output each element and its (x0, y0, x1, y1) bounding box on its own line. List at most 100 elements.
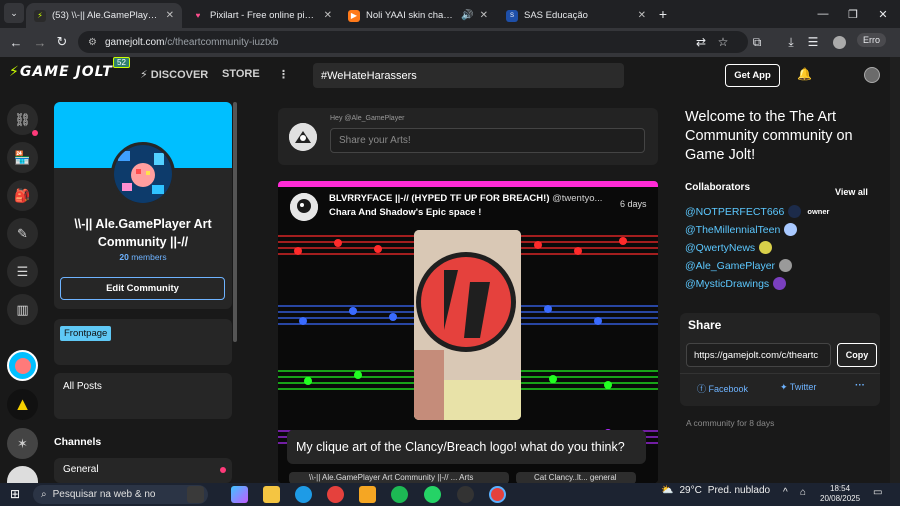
taskbar-search[interactable]: ⌕ Pesquisar na web & no (33, 485, 208, 504)
tab-search-icon[interactable]: ⌄ (4, 3, 24, 23)
post-author-avatar[interactable] (290, 193, 318, 221)
notifications-bell-icon[interactable]: 🔔 (797, 67, 812, 81)
collaborator-link[interactable]: @MysticDrawings (685, 277, 787, 290)
app-icon[interactable] (457, 486, 474, 503)
nav-store[interactable]: STORE (222, 68, 260, 80)
tab-pixilart[interactable]: ♥ Pixilart - Free online pixel art dr ✕ (184, 3, 340, 28)
tab-sas[interactable]: S SAS Educação ✕ (498, 3, 654, 28)
collaborator-avatar (788, 205, 802, 218)
community-avatar-art[interactable] (7, 350, 38, 381)
new-tab-button[interactable]: + (648, 0, 678, 28)
url-path: /c/theartcommunity-iuztxb (164, 36, 279, 48)
more-menu-icon[interactable]: ⋮ (278, 68, 289, 81)
weather-widget[interactable]: ⛅ 29°C Pred. nublado (661, 485, 770, 496)
unread-dot (32, 130, 38, 136)
tray-chevron-icon[interactable]: ^ (783, 487, 788, 498)
edge-icon[interactable] (295, 486, 312, 503)
shop-icon[interactable]: 🏪 (7, 142, 38, 173)
view-all-link[interactable]: View all (835, 187, 868, 197)
share-url-field[interactable]: https://gamejolt.com/c/theartc (686, 343, 831, 367)
library-icon[interactable]: ▥ (7, 294, 38, 325)
backpack-icon[interactable]: 🎒 (7, 180, 38, 211)
collaborator-link[interactable]: @QwertyNews (685, 241, 773, 254)
translate-icon[interactable]: ⇄ (690, 31, 712, 53)
channel-frontpage[interactable]: Frontpage (60, 326, 112, 341)
post-caption: My clique art of the Clancy/Breach logo!… (287, 430, 646, 464)
whatsapp-icon[interactable] (424, 486, 441, 503)
copy-button[interactable]: Copy (837, 343, 877, 367)
chrome-active-icon[interactable] (489, 486, 506, 503)
twitter-share-button[interactable]: ✦ Twitter (780, 382, 816, 393)
facebook-share-button[interactable]: ⓕ Facebook (697, 382, 748, 395)
collaborator-link[interactable]: @Ale_GamePlayer (685, 259, 793, 272)
edit-community-button[interactable]: Edit Community (60, 277, 225, 300)
collaborator-avatar (759, 241, 773, 254)
profile-error-badge[interactable]: Erro (857, 33, 887, 47)
author-avatar-icon (290, 193, 318, 221)
notification-center-icon[interactable]: ▭ (873, 487, 882, 498)
post-title[interactable]: BLVRRYFACE ||-// (HYPED TF UP FOR BREACH… (329, 193, 607, 204)
windows-start-icon[interactable]: ⊞ (10, 487, 20, 501)
notification-count-badge: 52 (113, 57, 130, 68)
post-image[interactable] (414, 230, 521, 420)
welcome-heading: Welcome to the The Art Community communi… (685, 109, 853, 163)
heart-favicon-icon: ♥ (195, 11, 201, 20)
close-tab-icon[interactable]: ✕ (324, 10, 332, 21)
search-input[interactable]: #WeHateHarassers (313, 63, 624, 88)
close-tab-icon[interactable]: ✕ (480, 10, 488, 21)
profile-avatar-icon[interactable] (828, 31, 850, 53)
address-bar[interactable]: ⚙ gamejolt.com/c/theartcommunity-iuztxb (78, 31, 748, 53)
twitter-icon: ✦ (780, 382, 788, 392)
post-username[interactable]: @twentyo... (552, 193, 602, 204)
collaborator-link[interactable]: @TheMillennialTeen (685, 223, 798, 236)
community-avatar-art-icon (114, 145, 172, 203)
camera-app-icon[interactable] (187, 486, 204, 503)
channel-general[interactable]: General (63, 464, 99, 475)
close-tab-icon[interactable]: ✕ (638, 10, 646, 21)
community-avatar (111, 142, 175, 206)
tab-community[interactable]: ⚡ (53) \\-|| Ale.GamePlayer Art Co ✕ (26, 3, 182, 28)
taskbar-clock[interactable]: 18:54 20/08/2025 (820, 484, 860, 504)
bookmark-star-icon[interactable]: ☆ (712, 31, 734, 53)
post-time: 6 days (620, 199, 647, 209)
user-avatar[interactable] (864, 67, 880, 83)
community-avatar-triangle[interactable]: ▲ (7, 389, 38, 420)
copilot-icon[interactable] (231, 486, 248, 503)
more-share-icon[interactable]: ··· (855, 380, 865, 391)
restore-button[interactable]: ❐ (838, 0, 868, 28)
gamejolt-logo[interactable]: ⚡GAME JOLT (9, 64, 113, 80)
minimize-button[interactable]: — (808, 0, 838, 28)
owner-badge: owner (807, 207, 830, 216)
tab-groups-icon[interactable]: ☰ (802, 31, 824, 53)
nav-discover[interactable]: ⚡ DISCOVER (140, 68, 208, 81)
file-explorer-icon[interactable] (263, 486, 280, 503)
video-favicon-icon: ▶ (348, 9, 360, 22)
reload-icon[interactable]: ↻ (50, 30, 74, 54)
close-tab-icon[interactable]: ✕ (166, 10, 174, 21)
audio-playing-icon[interactable]: 🔊 (461, 10, 473, 21)
back-icon[interactable]: ← (4, 30, 28, 54)
spotify-icon[interactable] (391, 486, 408, 503)
get-app-button[interactable]: Get App (725, 64, 780, 87)
chrome-icon[interactable] (327, 486, 344, 503)
left-scrollbar[interactable] (233, 102, 237, 342)
site-info-icon[interactable]: ⚙ (88, 37, 97, 48)
chat-icon[interactable]: ☰ (7, 256, 38, 287)
sas-favicon-icon: S (506, 9, 518, 22)
tab-noli[interactable]: ▶ Noli YAAI skin chase theme 🔊 ✕ (340, 3, 496, 28)
extensions-icon[interactable]: ⧉ (746, 31, 768, 53)
community-avatar-star[interactable]: ✶ (7, 428, 38, 459)
page-scrollbar[interactable] (890, 57, 900, 483)
share-arts-input[interactable]: Share your Arts! (330, 128, 645, 153)
paint-icon[interactable] (359, 486, 376, 503)
member-count[interactable]: 20 members (62, 252, 224, 262)
general-unread-dot (220, 467, 226, 473)
close-window-button[interactable]: ✕ (868, 0, 898, 28)
community-age: A community for 8 days (686, 418, 775, 428)
network-icon[interactable]: ⌂ (800, 487, 806, 498)
quests-icon[interactable]: ✎ (7, 218, 38, 249)
collaborator-link[interactable]: @NOTPERFECT666 owner (685, 205, 829, 218)
forward-icon[interactable]: → (28, 30, 52, 54)
channel-all-posts[interactable]: All Posts (63, 381, 102, 392)
download-icon[interactable]: ⤓ (780, 31, 802, 53)
